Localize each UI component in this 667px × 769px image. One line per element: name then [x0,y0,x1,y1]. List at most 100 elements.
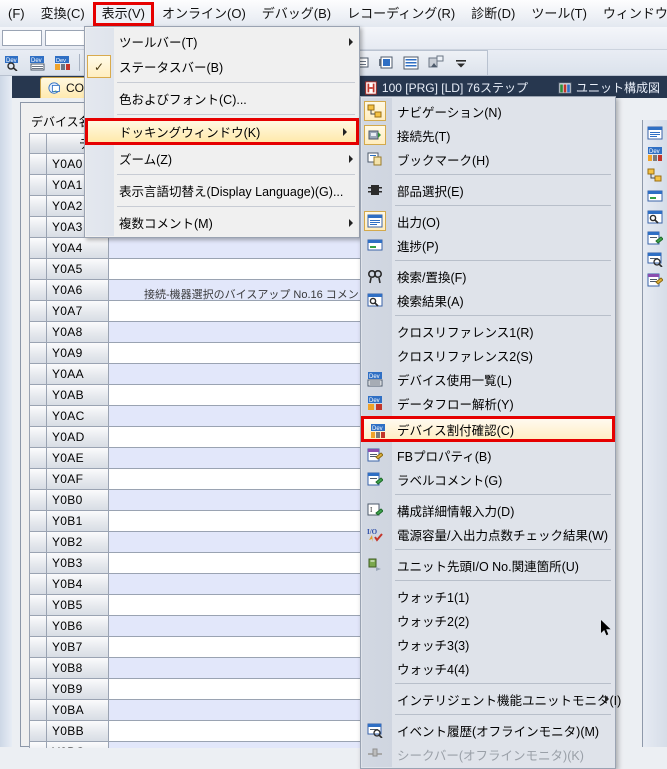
menu-item-y[interactable]: Dev データフロー解析(Y) [361,391,615,415]
row-select-cell[interactable] [29,406,47,427]
row-select-cell[interactable] [29,658,47,679]
menu-item-e[interactable]: 部品選択(E) [361,178,615,202]
menu-item-t[interactable]: 接続先(T) [361,123,615,147]
row-select-cell[interactable] [29,196,47,217]
menu-item-b[interactable]: ✓ ステータスバー(B) [85,54,359,79]
device-name-cell[interactable]: Y0A5 [47,259,109,280]
comment-cell[interactable] [109,343,367,364]
menu-item-l[interactable]: Dev デバイス使用一覧(L) [361,367,615,391]
right-dock-navigation-button[interactable] [646,167,664,183]
device-list-button[interactable]: Dev [27,52,49,73]
device-name-cell[interactable]: Y0B8 [47,658,109,679]
toolbar-overflow-button[interactable] [450,53,472,74]
table-row[interactable]: Y0AF [29,469,367,490]
row-select-cell[interactable] [29,301,47,322]
right-dock-progress-window-button[interactable] [646,188,664,204]
menu-item-22[interactable]: ウォッチ2(2) [361,608,615,632]
grid-body[interactable]: Y0A0 Y0A1 Y0A2 Y0A3 Y0A4 Y0A5 Y0A6 Y0A7 Y0A8 Y0A9… [29,154,367,748]
menu-item-k[interactable]: シークバー(オフラインモニタ)(K) [361,742,615,766]
row-select-cell[interactable] [29,154,47,175]
comment-cell[interactable] [109,511,367,532]
table-row[interactable]: Y0B1 [29,511,367,532]
document-tab-1[interactable]: 100 [PRG] [LD] 76ステップ [357,77,535,98]
row-select-cell[interactable] [29,259,47,280]
comment-cell[interactable] [109,448,367,469]
device-name-cell[interactable]: Y0B7 [47,637,109,658]
row-select-cell[interactable] [29,700,47,721]
device-name-cell[interactable]: Y0B2 [47,532,109,553]
table-row[interactable]: Y0B6 [29,616,367,637]
menu-item-44[interactable]: ウォッチ4(4) [361,656,615,680]
row-select-cell[interactable] [29,637,47,658]
menu-bar-item-8[interactable]: ウィンドウ(W) [595,3,667,25]
menu-bar-item-1[interactable]: 変換(C) [33,3,93,25]
menu-bar-item-7[interactable]: ツール(T) [523,3,595,25]
menu-item-z[interactable]: ズーム(Z) [85,146,359,171]
device-find-button[interactable]: Dev [2,52,24,73]
device-name-cell[interactable]: Y0AB [47,385,109,406]
menu-item-11[interactable]: ウォッチ1(1) [361,584,615,608]
row-select-cell[interactable] [29,448,47,469]
device-name-cell[interactable]: Y0B1 [47,511,109,532]
comment-cell[interactable] [109,301,367,322]
device-name-cell[interactable]: Y0B6 [47,616,109,637]
table-row[interactable]: Y0A8 [29,322,367,343]
comment-cell[interactable] [109,364,367,385]
menu-item-m[interactable]: イベント履歴(オフラインモニタ)(M) [361,718,615,742]
table-row[interactable]: Y0B9 [29,679,367,700]
device-name-cell[interactable]: Y0BC [47,742,109,748]
comment-cell[interactable] [109,385,367,406]
table-view-button[interactable] [400,53,422,74]
row-select-cell[interactable] [29,322,47,343]
row-select-cell[interactable] [29,469,47,490]
row-select-cell[interactable] [29,595,47,616]
menu-item-g[interactable]: ラベルコメント(G) [361,467,615,491]
row-select-cell[interactable] [29,217,47,238]
table-row[interactable]: Y0A7 [29,301,367,322]
device-name-cell[interactable]: Y0B0 [47,490,109,511]
menu-item-t[interactable]: ツールバー(T) [85,29,359,54]
table-row[interactable]: Y0AD [29,427,367,448]
menu-item-i[interactable]: インテリジェント機能ユニットモニタ(I) [361,687,621,711]
row-select-cell[interactable] [29,364,47,385]
menu-item-w[interactable]: I/O 電源容量/入出力点数チェック結果(W) [361,522,615,546]
table-row[interactable]: Y0A4 [29,238,367,259]
row-select-cell[interactable] [29,742,47,748]
table-row[interactable]: Y0AA [29,364,367,385]
menu-bar-item-4[interactable]: デバッグ(B) [254,3,339,25]
table-row[interactable]: Y0B7 [29,637,367,658]
detail-view-button[interactable] [375,53,397,74]
right-dock-label-comment-button[interactable] [646,230,664,246]
tool-view-button[interactable] [425,53,447,74]
device-name-cell[interactable]: Y0A9 [47,343,109,364]
table-row[interactable]: Y0AE [29,448,367,469]
menu-item-2s[interactable]: クロスリファレンス2(S) [361,343,615,367]
comment-cell[interactable] [109,595,367,616]
device-name-cell[interactable]: Y0AF [47,469,109,490]
device-name-cell[interactable]: Y0BA [47,700,109,721]
row-select-cell[interactable] [29,721,47,742]
menu-item-fbb[interactable]: FBプロパティ(B) [361,443,615,467]
comment-cell[interactable] [109,658,367,679]
table-row[interactable]: Y0BA [29,700,367,721]
device-name-cell[interactable]: Y0B9 [47,679,109,700]
row-select-cell[interactable] [29,574,47,595]
comment-cell[interactable] [109,553,367,574]
table-row[interactable]: Y0B5 [29,595,367,616]
menu-bar-item-5[interactable]: レコーディング(R) [339,3,463,25]
menu-item-m[interactable]: 複数コメント(M) [85,210,359,235]
row-select-cell[interactable] [29,280,47,301]
table-row[interactable]: Y0B8 [29,658,367,679]
menu-bar-item-6[interactable]: 診断(D) [463,3,523,25]
row-select-cell[interactable] [29,511,47,532]
menu-item-d[interactable]: I 構成詳細情報入力(D) [361,498,615,522]
row-select-cell[interactable] [29,679,47,700]
comment-cell[interactable] [109,469,367,490]
row-select-cell[interactable] [29,238,47,259]
right-dock-find-result-button[interactable] [646,209,664,225]
menu-item-a[interactable]: 検索結果(A) [361,288,615,312]
menu-item-k[interactable]: ドッキングウィンドウ(K) [85,118,359,145]
comment-cell[interactable] [109,427,367,448]
menu-item-c[interactable]: 色およびフォント(C)... [85,86,359,111]
row-select-cell[interactable] [29,385,47,406]
